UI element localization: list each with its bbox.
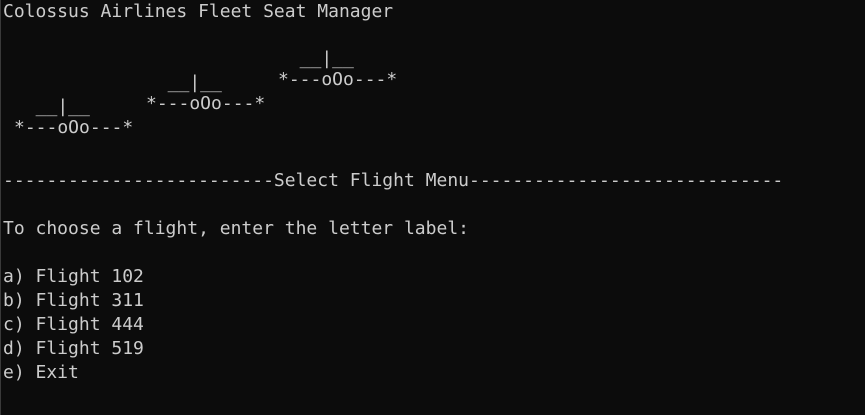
plane-top: __|__ (278, 48, 354, 69)
menu-option-e: e) Exit (3, 362, 79, 383)
console-window: Colossus Airlines Fleet Seat Manager __|… (0, 0, 865, 415)
plane-bottom: *---oOo---* (146, 93, 266, 114)
plane-art-1: __|__ *---oOo---* (14, 96, 133, 138)
plane-art-2: __|__ *---oOo---* (146, 72, 265, 114)
plane-art-3: __|__ *---oOo---* (278, 48, 397, 90)
console-title: Colossus Airlines Fleet Seat Manager (3, 1, 394, 22)
plane-top: __|__ (14, 96, 90, 117)
menu-option-a: a) Flight 102 (3, 266, 144, 287)
menu-header: -------------------------Select Flight M… (3, 170, 784, 191)
menu-option-c: c) Flight 444 (3, 314, 144, 335)
plane-bottom: *---oOo---* (14, 117, 134, 138)
plane-top: __|__ (146, 72, 222, 93)
menu-prompt: To choose a flight, enter the letter lab… (3, 218, 469, 239)
plane-bottom: *---oOo---* (278, 69, 398, 90)
menu-option-b: b) Flight 311 (3, 290, 144, 311)
menu-option-d: d) Flight 519 (3, 338, 144, 359)
